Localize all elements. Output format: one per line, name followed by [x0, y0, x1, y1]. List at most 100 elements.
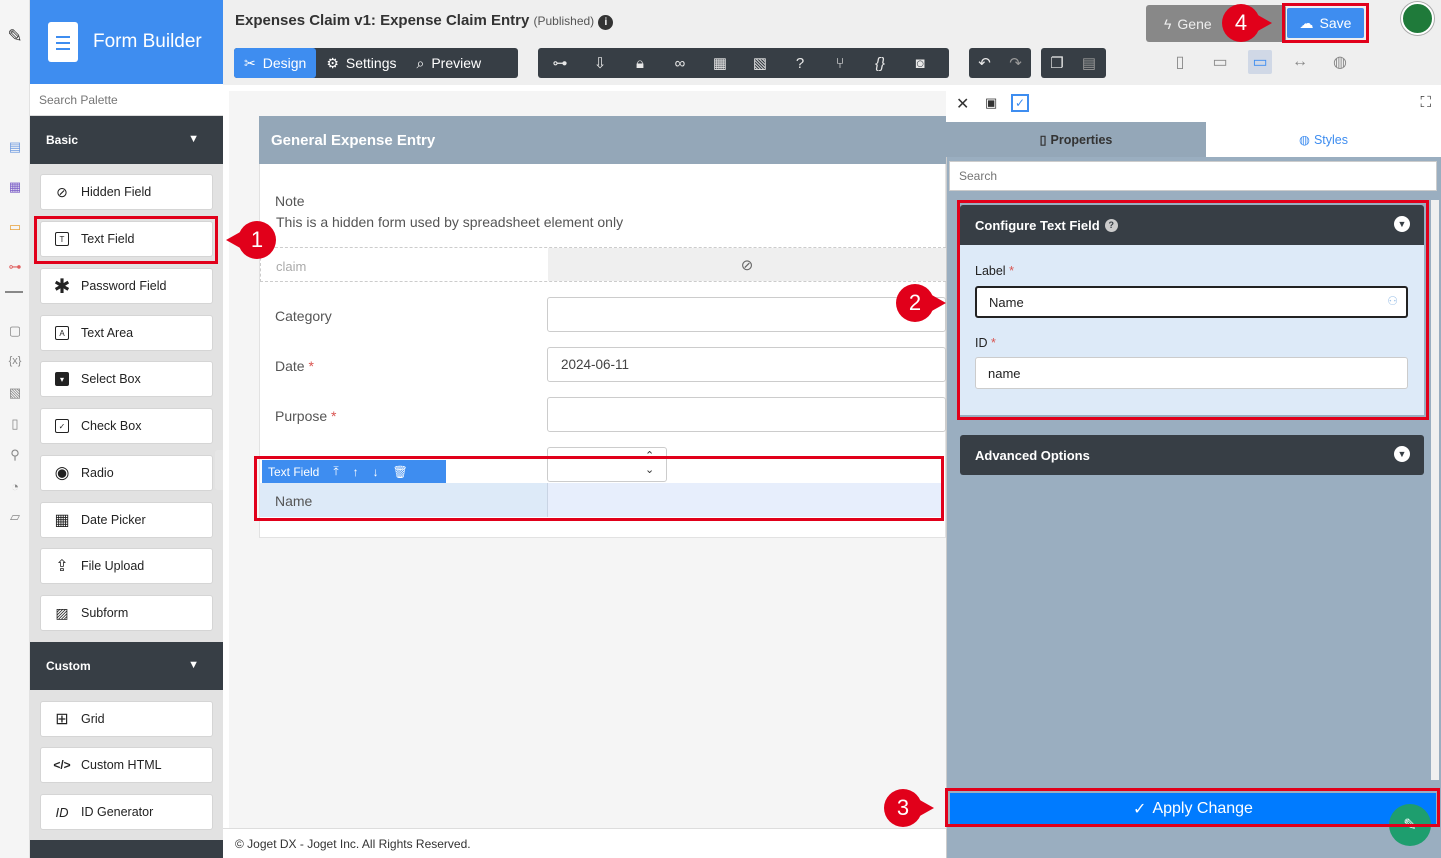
- palette-item-grid[interactable]: ⊞ Grid: [40, 701, 213, 737]
- category-custom[interactable]: Custom ▼: [30, 642, 223, 690]
- palette-collapse-handle[interactable]: [215, 450, 223, 490]
- i18n-icon[interactable]: ▧: [5, 383, 25, 403]
- close-icon[interactable]: ✕: [956, 94, 969, 114]
- radio-icon: ◉: [54, 463, 70, 482]
- branch-icon[interactable]: ⑂: [829, 52, 851, 74]
- advanced-options-header[interactable]: Advanced Options ▼: [960, 435, 1424, 475]
- palette-item-password-field[interactable]: ✱ Password Field: [40, 268, 213, 304]
- process-icon[interactable]: ⊶: [5, 257, 25, 277]
- hidden-field-row[interactable]: claim ⊘: [260, 247, 946, 282]
- apply-change-button[interactable]: ✓ Apply Change: [950, 793, 1436, 824]
- configure-section-header[interactable]: Configure Text Field ? ▼: [960, 205, 1424, 245]
- translate-icon[interactable]: ▧: [749, 52, 771, 74]
- configure-section-body: [960, 245, 1424, 415]
- tab-settings[interactable]: ⚙ Settings: [316, 48, 406, 78]
- palette-item-subform[interactable]: ▨ Subform: [40, 595, 213, 631]
- help-icon[interactable]: ?: [1104, 218, 1118, 232]
- category-select[interactable]: [547, 297, 946, 332]
- delete-icon[interactable]: 🗑︎: [393, 465, 408, 479]
- category-basic[interactable]: Basic ▼: [30, 116, 223, 164]
- purpose-input[interactable]: [547, 397, 946, 432]
- paste-icon[interactable]: ▤: [1078, 52, 1100, 74]
- section-header[interactable]: General Expense Entry: [259, 116, 946, 164]
- tab-preview[interactable]: ⌕ Preview: [406, 48, 491, 78]
- app-title: Form Builder: [93, 31, 202, 52]
- panel-scrollbar[interactable]: [1431, 200, 1439, 780]
- palette-item-label: Check Box: [81, 419, 142, 433]
- help-icon[interactable]: ?: [789, 52, 811, 74]
- new-field-input[interactable]: [547, 483, 942, 517]
- laptop-icon[interactable]: ▭: [1248, 50, 1272, 74]
- fullwidth-icon[interactable]: ↔: [1288, 50, 1312, 74]
- copy-icon[interactable]: ❐: [1046, 52, 1068, 74]
- save-button[interactable]: ☁ Save: [1287, 8, 1364, 38]
- undo-icon[interactable]: ↶: [974, 52, 995, 74]
- edit-fab[interactable]: ✎: [1389, 804, 1431, 846]
- avatar[interactable]: [1401, 2, 1434, 35]
- tab-styles[interactable]: ◍ Styles: [1206, 122, 1441, 157]
- binoculars-icon[interactable]: ∞: [669, 52, 691, 74]
- file-icon[interactable]: ▯: [5, 414, 25, 434]
- tab-properties[interactable]: ▯ Properties: [946, 122, 1206, 157]
- gear-icon: ⚙: [326, 54, 339, 71]
- tablet-icon[interactable]: ▭: [1208, 50, 1232, 74]
- chevron-down-icon: ▼: [188, 659, 199, 671]
- number-spinner[interactable]: ⌃ ⌄: [547, 447, 667, 482]
- palette-item-hidden-field[interactable]: ⊘ Hidden Field: [40, 174, 213, 210]
- checkbox-icon[interactable]: ✓: [1011, 94, 1029, 112]
- maximize-icon[interactable]: ⛶: [1420, 94, 1431, 111]
- code-icon: </>: [53, 758, 71, 772]
- palette-item-text-field[interactable]: T Text Field: [40, 221, 213, 257]
- label-input[interactable]: Name ⚇: [975, 286, 1408, 318]
- id-input[interactable]: name: [975, 357, 1408, 389]
- json-icon[interactable]: {}: [869, 52, 891, 74]
- move-up-icon[interactable]: ↑: [353, 465, 359, 479]
- form-icon[interactable]: ▤: [5, 137, 25, 157]
- variable-icon[interactable]: {x}: [5, 351, 25, 371]
- section-title: Advanced Options: [975, 447, 1090, 463]
- log-icon[interactable]: ▱: [5, 507, 25, 527]
- footer: © Joget DX - Joget Inc. All Rights Reser…: [223, 828, 946, 858]
- plugin-icon[interactable]: ⚲: [5, 445, 25, 465]
- redo-icon[interactable]: ↷: [1005, 52, 1026, 74]
- palette-item-select-box[interactable]: ▾ Select Box: [40, 361, 213, 397]
- palette-icon[interactable]: ◍: [1328, 50, 1352, 74]
- chevron-up-icon[interactable]: ⌃: [645, 449, 654, 462]
- property-search-input[interactable]: [949, 161, 1437, 191]
- purpose-label: Purpose *: [275, 408, 337, 424]
- camera-icon[interactable]: ◙: [909, 52, 931, 74]
- palette-item-custom-html[interactable]: </> Custom HTML: [40, 747, 213, 783]
- palette-item-id-generator[interactable]: ID ID Generator: [40, 794, 213, 830]
- export-icon[interactable]: ⇩: [589, 52, 611, 74]
- hidden-field-id: claim: [276, 259, 307, 274]
- translate-icon[interactable]: ⚇: [1387, 294, 1398, 308]
- tree-icon[interactable]: ⊶: [549, 52, 571, 74]
- lock-icon[interactable]: 🔒︎: [629, 52, 651, 74]
- palette-item-radio[interactable]: ◉ Radio: [40, 455, 213, 491]
- note-icon[interactable]: ▢: [5, 321, 25, 341]
- datalist-icon[interactable]: ▦: [5, 177, 25, 197]
- performance-icon[interactable]: ◔: [5, 476, 25, 496]
- category-next[interactable]: [30, 840, 223, 858]
- palette-item-check-box[interactable]: ✓ Check Box: [40, 408, 213, 444]
- move-top-icon[interactable]: ⤒: [333, 464, 338, 479]
- palette-search-input[interactable]: [30, 84, 223, 116]
- table-icon[interactable]: ▦: [709, 52, 731, 74]
- userview-icon[interactable]: ▭: [5, 217, 25, 237]
- callout-3: 3: [884, 789, 934, 827]
- date-input[interactable]: 2024-06-11: [547, 347, 946, 382]
- info-icon[interactable]: i: [598, 15, 614, 30]
- palette-item-date-picker[interactable]: ▦ Date Picker: [40, 502, 213, 538]
- new-text-field-row[interactable]: Name: [260, 483, 942, 517]
- doc-icon: ▯: [1039, 133, 1047, 147]
- tab-design[interactable]: ✂ Design: [234, 48, 317, 78]
- mobile-icon[interactable]: ▯: [1168, 50, 1192, 74]
- palette-item-label: Hidden Field: [81, 185, 152, 199]
- move-down-icon[interactable]: ↓: [373, 465, 379, 479]
- palette-item-text-area[interactable]: A Text Area: [40, 315, 213, 351]
- save-draft-icon[interactable]: ▣: [985, 95, 997, 111]
- chevron-down-icon[interactable]: ⌄: [645, 463, 654, 476]
- purpose-label-text: Purpose: [275, 408, 328, 424]
- edit-icon[interactable]: ✎: [5, 26, 25, 46]
- palette-item-file-upload[interactable]: ⇪ File Upload: [40, 548, 213, 584]
